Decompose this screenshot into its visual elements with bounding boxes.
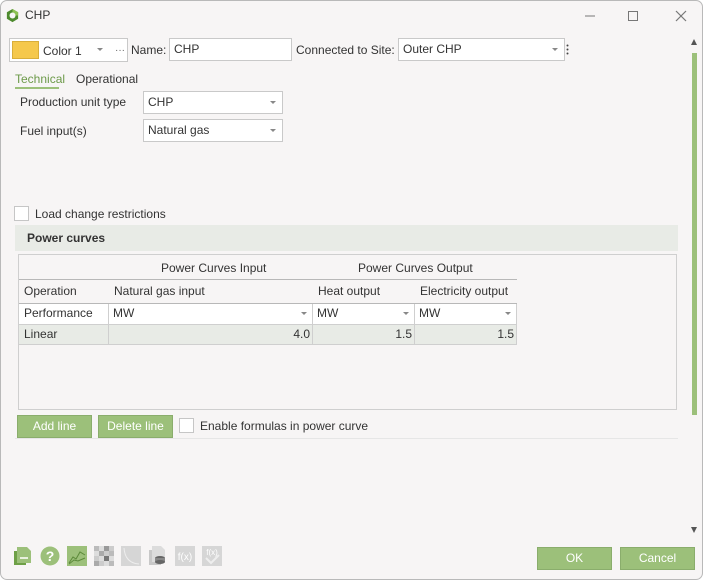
chevron-down-icon — [301, 312, 307, 315]
chevron-down-icon — [270, 101, 276, 104]
database-button — [148, 546, 168, 566]
gas-input-cell[interactable]: 4.0 — [109, 325, 313, 344]
divider — [15, 438, 678, 439]
divider — [19, 279, 517, 280]
app-logo-icon — [6, 8, 19, 23]
minimize-button[interactable] — [576, 5, 604, 27]
window-title: CHP — [25, 8, 51, 22]
electricity-output-unit-select[interactable]: MW — [415, 304, 517, 324]
divider — [108, 304, 109, 345]
title-bar: CHP — [1, 1, 702, 31]
help-button[interactable]: ? — [40, 546, 60, 566]
site-select-value: Outer CHP — [403, 42, 462, 56]
dialog-window: CHP Color 1 ··· Name: CHP Connected to S… — [0, 0, 703, 580]
export-button[interactable] — [13, 546, 33, 566]
function-button: f(x) — [175, 546, 195, 566]
scroll-thumb[interactable] — [692, 53, 697, 415]
operation-cell: Linear — [24, 327, 58, 341]
section-title: Power curves — [27, 231, 106, 245]
heat-output-cell[interactable]: 1.5 — [313, 325, 415, 344]
svg-text:f(x): f(x) — [206, 548, 218, 557]
site-label: Connected to Site: — [296, 43, 395, 57]
chevron-down-icon — [97, 48, 103, 51]
close-button[interactable] — [667, 5, 695, 27]
group-header-input: Power Curves Input — [161, 261, 267, 275]
power-curves-header: Power curves — [15, 225, 678, 251]
load-change-label: Load change restrictions — [35, 207, 166, 221]
unit-value: MW — [113, 306, 135, 320]
chevron-down-icon — [552, 48, 558, 51]
svg-text:f(x): f(x) — [178, 552, 192, 563]
divider — [19, 344, 517, 345]
color-picker[interactable]: Color 1 ··· — [9, 38, 128, 62]
column-header-heat-output[interactable]: Heat output — [315, 282, 383, 301]
fuel-inputs-label: Fuel input(s) — [20, 124, 87, 138]
unit-value: MW — [317, 306, 339, 320]
add-line-button[interactable]: Add line — [17, 415, 92, 438]
svg-text:?: ? — [46, 548, 55, 564]
fuel-inputs-value: Natural gas — [148, 123, 210, 137]
fuel-inputs-select[interactable]: Natural gas — [143, 119, 283, 142]
tab-operational[interactable]: Operational — [76, 72, 138, 86]
production-unit-type-value: CHP — [148, 95, 174, 109]
more-options-icon[interactable]: ··· — [115, 42, 125, 59]
load-change-checkbox[interactable] — [14, 206, 29, 221]
enable-formulas-label: Enable formulas in power curve — [200, 419, 369, 433]
name-input[interactable]: CHP — [169, 38, 292, 61]
pattern-button[interactable] — [94, 546, 114, 566]
divider — [312, 304, 313, 345]
enable-formulas-checkbox[interactable] — [179, 418, 194, 433]
group-header-output: Power Curves Output — [358, 261, 473, 275]
unit-row-label: Performance — [24, 306, 93, 320]
close-icon — [675, 10, 687, 22]
power-curves-grid: Power Curves Input Power Curves Output O… — [18, 254, 677, 410]
maximize-icon — [628, 11, 638, 21]
delete-line-button[interactable]: Delete line — [98, 415, 173, 438]
divider — [516, 304, 517, 345]
pattern-icon — [94, 546, 114, 566]
curve-icon — [121, 546, 141, 566]
vertical-scrollbar[interactable] — [691, 39, 699, 539]
name-label: Name: — [131, 43, 167, 57]
column-header-operation[interactable]: Operation — [21, 282, 80, 301]
curve-button — [121, 546, 141, 566]
color-swatch — [12, 41, 39, 59]
chevron-down-icon — [270, 129, 276, 132]
chevron-down-icon — [505, 312, 511, 315]
column-header-gas-input[interactable]: Natural gas input — [111, 282, 208, 301]
production-unit-type-label: Production unit type — [20, 95, 127, 109]
cancel-button[interactable]: Cancel — [620, 547, 695, 570]
minimize-icon — [585, 15, 595, 17]
active-tab-indicator — [15, 87, 59, 89]
column-header-electricity-output[interactable]: Electricity output — [417, 282, 511, 301]
electricity-output-cell[interactable]: 1.5 — [415, 325, 517, 344]
production-unit-type-select[interactable]: CHP — [143, 91, 283, 114]
export-icon — [14, 547, 31, 565]
chevron-down-icon — [403, 312, 409, 315]
table-row[interactable]: Linear 4.0 1.5 1.5 — [19, 325, 517, 344]
scroll-down-icon[interactable] — [691, 527, 697, 533]
function-icon: f(x) — [175, 546, 195, 566]
maximize-button[interactable] — [619, 5, 647, 27]
database-icon — [149, 546, 165, 565]
function-check-button: f(x) — [202, 546, 222, 566]
kebab-menu-icon[interactable] — [566, 44, 569, 55]
function-check-icon: f(x) — [202, 546, 222, 566]
gas-input-unit-select[interactable]: MW — [109, 304, 313, 324]
chart-icon — [67, 546, 87, 566]
scroll-up-icon[interactable] — [691, 39, 697, 45]
divider — [414, 304, 415, 345]
name-input-value: CHP — [174, 42, 200, 56]
ok-button[interactable]: OK — [537, 547, 612, 570]
unit-value: MW — [419, 306, 441, 320]
chart-button[interactable] — [67, 546, 87, 566]
heat-output-unit-select[interactable]: MW — [313, 304, 415, 324]
help-icon: ? — [40, 546, 60, 566]
site-select[interactable]: Outer CHP — [398, 38, 565, 61]
color-label: Color 1 — [43, 44, 82, 58]
tab-technical[interactable]: Technical — [15, 72, 65, 86]
